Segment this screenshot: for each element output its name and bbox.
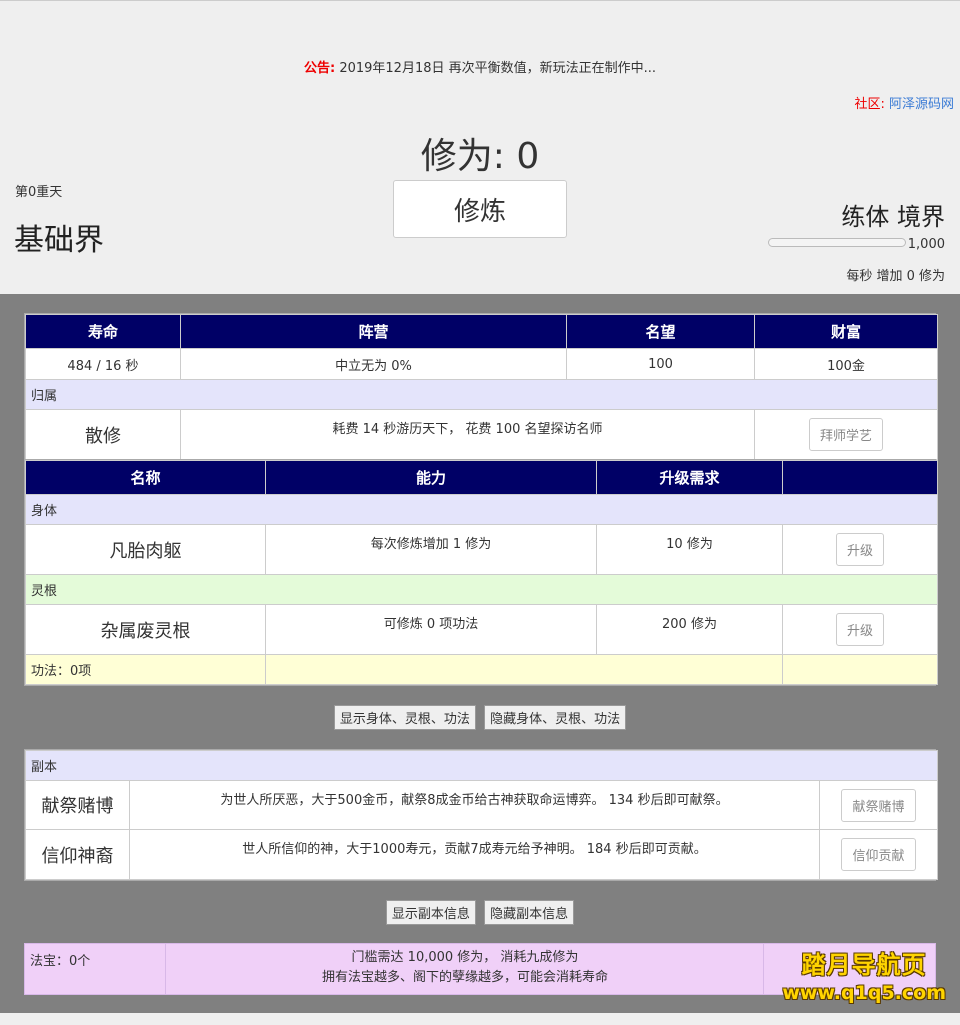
jingjie-title: 练体 境界 — [841, 203, 945, 231]
root-action-cell: 升级 — [782, 604, 938, 655]
dungeon-name: 献祭赌博 — [25, 780, 130, 830]
notice-text: 2019年12月18日 再次平衡数值，新玩法正在制作中... — [339, 61, 657, 76]
fame-value: 100 — [566, 348, 755, 380]
wealth-value: 100金 — [754, 348, 938, 380]
root-name: 杂属废灵根 — [25, 604, 266, 655]
progress-max: 1,000 — [907, 237, 945, 252]
header-name: 名称 — [25, 460, 266, 495]
body-section-label: 身体 — [25, 494, 938, 525]
xiuwei-display: 修为: 0 — [420, 136, 540, 177]
header: 公告: 2019年12月18日 再次平衡数值，新玩法正在制作中... 社区: 阿… — [0, 0, 960, 294]
header-faction: 阵营 — [180, 314, 567, 349]
ability-panel: 名称 能力 升级需求 身体 凡胎肉躯 每次修炼增加 1 修为 10 修为 升级 … — [24, 459, 938, 686]
body-requirement: 10 修为 — [596, 524, 783, 575]
watermark-logo: 踏月导航页 www.q1q5.com — [782, 945, 946, 1004]
gongfa-action-empty — [782, 654, 938, 685]
dungeon-panel: 副本 献祭赌博 为世人所厌恶，大于500金币，献祭8成金币给古神获取命运博弈。 … — [24, 749, 938, 881]
belong-section-label: 归属 — [25, 379, 938, 410]
layer-label: 第0重天 — [15, 185, 63, 200]
dungeon-desc: 世人所信仰的神，大于1000寿元，贡献7成寿元给予神明。 184 秒后即可贡献。 — [129, 829, 820, 880]
dungeon-action-cell: 献祭赌博 — [819, 780, 938, 830]
community: 社区: 阿泽源码网 — [854, 93, 954, 112]
root-section-label: 灵根 — [25, 574, 938, 605]
belong-name: 散修 — [25, 409, 181, 460]
root-ability: 可修炼 0 项功法 — [265, 604, 597, 655]
fabao-desc-line2: 拥有法宝越多、阁下的孽缘越多，可能会消耗寿命 — [321, 970, 608, 985]
body-action-cell: 升级 — [782, 524, 938, 575]
header-action — [782, 460, 938, 495]
footer-bar — [0, 1013, 960, 1025]
cultivate-button[interactable]: 修炼 — [393, 180, 567, 238]
dungeon-action-cell: 信仰贡献 — [819, 829, 938, 880]
notice-label: 公告: — [303, 61, 336, 76]
hide-ability-button[interactable]: 隐藏身体、灵根、功法 — [484, 705, 627, 730]
root-requirement: 200 修为 — [596, 604, 783, 655]
fabao-label: 法宝：0个 — [30, 954, 91, 969]
community-link[interactable]: 阿泽源码网 — [889, 97, 954, 112]
dungeon-toggle-row: 显示副本信息 隐藏副本信息 — [0, 900, 960, 925]
dungeon-section-label: 副本 — [25, 750, 938, 781]
body-name: 凡胎肉躯 — [25, 524, 266, 575]
header-ability: 能力 — [265, 460, 597, 495]
dungeon-name: 信仰神裔 — [25, 829, 130, 880]
notice: 公告: 2019年12月18日 再次平衡数值，新玩法正在制作中... — [0, 57, 960, 76]
ability-table: 名称 能力 升级需求 身体 凡胎肉躯 每次修炼增加 1 修为 10 修为 升级 … — [25, 460, 938, 685]
sacrifice-gamble-button[interactable]: 献祭赌博 — [841, 788, 916, 822]
per-second-rate: 每秒 增加 0 修为 — [846, 269, 945, 284]
faith-contribute-button[interactable]: 信仰贡献 — [841, 838, 916, 871]
dungeon-table: 副本 献祭赌博 为世人所厌恶，大于500金币，献祭8成金币给古神获取命运博弈。 … — [25, 750, 938, 880]
hide-dungeon-button[interactable]: 隐藏副本信息 — [484, 900, 575, 925]
faction-value: 中立无为 0% — [180, 348, 567, 380]
status-table: 寿命 阵营 名望 财富 484 / 16 秒 中立无为 0% 100 100金 … — [25, 314, 938, 460]
community-label: 社区: — [854, 97, 885, 112]
header-upgrade-req: 升级需求 — [596, 460, 783, 495]
watermark-title: 踏月导航页 — [801, 951, 927, 979]
show-ability-button[interactable]: 显示身体、灵根、功法 — [333, 705, 476, 730]
show-dungeon-button[interactable]: 显示副本信息 — [385, 900, 476, 925]
root-upgrade-button[interactable]: 升级 — [835, 613, 884, 646]
ability-toggle-row: 显示身体、灵根、功法 隐藏身体、灵根、功法 — [0, 705, 960, 730]
realm-title: 基础界 — [14, 223, 104, 258]
watermark-url: www.q1q5.com — [782, 982, 946, 1004]
gongfa-empty — [265, 654, 783, 685]
belong-action-cell: 拜师学艺 — [754, 409, 938, 460]
body-ability: 每次修炼增加 1 修为 — [265, 524, 597, 575]
belong-desc: 耗费 14 秒游历天下， 花费 100 名望探访名师 — [180, 409, 755, 460]
header-wealth: 财富 — [754, 314, 938, 349]
fabao-desc-line1: 门槛需达 10,000 修为， 消耗九成修为 — [351, 950, 579, 965]
body-upgrade-button[interactable]: 升级 — [835, 533, 884, 566]
fabao-desc: 门槛需达 10,000 修为， 消耗九成修为 拥有法宝越多、阁下的孽缘越多，可能… — [165, 948, 765, 988]
status-panel: 寿命 阵营 名望 财富 484 / 16 秒 中立无为 0% 100 100金 … — [24, 313, 938, 461]
lifespan-value: 484 / 16 秒 — [25, 348, 181, 380]
jingjie-progress-bar — [768, 238, 906, 247]
gongfa-label: 功法：0项 — [25, 654, 266, 685]
header-fame: 名望 — [566, 314, 755, 349]
header-lifespan: 寿命 — [25, 314, 181, 349]
apprentice-button[interactable]: 拜师学艺 — [808, 418, 883, 451]
dungeon-desc: 为世人所厌恶，大于500金币，献祭8成金币给古神获取命运博弈。 134 秒后即可… — [129, 780, 820, 830]
